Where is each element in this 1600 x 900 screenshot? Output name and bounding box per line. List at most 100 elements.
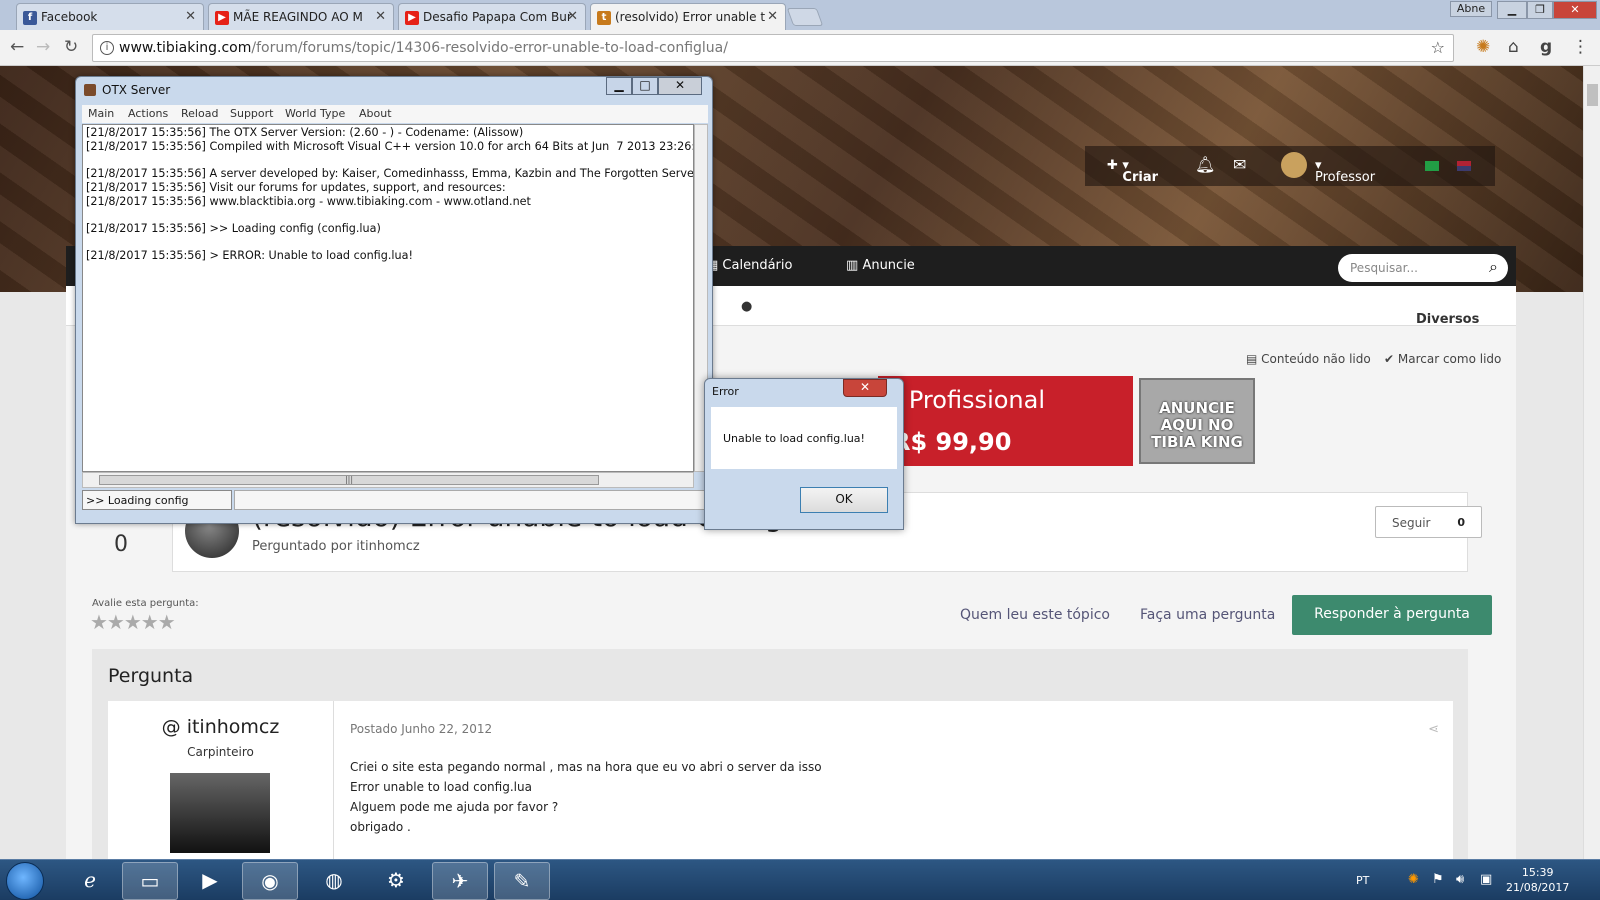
reload-icon[interactable]: ↻ bbox=[64, 37, 78, 57]
nav-label: Calendário bbox=[722, 258, 793, 273]
ad-banner[interactable]: S Profissional R$ 99,90 bbox=[878, 376, 1133, 466]
forward-icon[interactable]: → bbox=[36, 37, 50, 57]
console-output[interactable]: [21/8/2017 15:35:56] The OTX Server Vers… bbox=[82, 124, 694, 472]
advertise-here-banner[interactable]: ANUNCIE AQUI NO TIBIA KING bbox=[1139, 378, 1255, 464]
follow-button[interactable]: Seguir 0 bbox=[1375, 506, 1482, 538]
start-button[interactable] bbox=[6, 862, 44, 900]
user-bar: ✚ Criar ▾ 🔔︎ ✉ Professor ▾ bbox=[1085, 146, 1495, 186]
info-icon[interactable]: i bbox=[100, 41, 114, 55]
close-icon[interactable]: ✕ bbox=[185, 9, 196, 24]
close-window-button[interactable]: ✕ bbox=[1553, 1, 1597, 19]
usa-flag-icon[interactable] bbox=[1457, 161, 1471, 171]
window-title: OTX Server bbox=[102, 83, 171, 97]
status-bar: >> Loading config bbox=[82, 490, 232, 510]
mail-icon[interactable]: ✉ bbox=[1233, 155, 1246, 174]
tray-app-icon[interactable]: ✺ bbox=[1408, 872, 1419, 887]
menu-support[interactable]: Support bbox=[230, 107, 273, 120]
clock-date: 21/08/2017 bbox=[1506, 881, 1570, 894]
scrollbar-thumb[interactable] bbox=[1587, 84, 1598, 106]
brazil-flag-icon[interactable] bbox=[1425, 161, 1439, 171]
bell-icon[interactable]: 🔔︎ bbox=[1195, 155, 1215, 174]
language-indicator[interactable]: PT bbox=[1356, 874, 1369, 887]
avatar[interactable] bbox=[1281, 152, 1307, 178]
search-placeholder: Pesquisar... bbox=[1350, 261, 1418, 275]
close-icon[interactable]: ✕ bbox=[375, 9, 386, 24]
otx-server-icon[interactable]: ✈ bbox=[432, 862, 488, 900]
tab-tibiaking[interactable]: t (resolvido) Error unable t ✕ bbox=[590, 3, 786, 31]
close-button[interactable]: ✕ bbox=[658, 77, 702, 95]
author-panel: @ itinhomcz Carpinteiro bbox=[108, 701, 333, 859]
mark-read-link[interactable]: ✔ Marcar como lido bbox=[1384, 352, 1501, 366]
asked-by: Perguntado por itinhomcz bbox=[252, 539, 420, 554]
close-icon[interactable]: ✕ bbox=[767, 9, 778, 24]
close-icon[interactable]: ✕ bbox=[567, 9, 578, 24]
share-icon[interactable]: ⋖ bbox=[1428, 722, 1439, 737]
browser-toolbar: ← → ↻ i www.tibiaking.com/forum/forums/t… bbox=[0, 30, 1600, 66]
close-button[interactable]: ✕ bbox=[843, 379, 887, 397]
nav-anuncie[interactable]: ▥ Anuncie bbox=[846, 258, 915, 273]
maximize-button[interactable]: □ bbox=[632, 77, 658, 95]
address-bar[interactable]: i www.tibiaking.com/forum/forums/topic/1… bbox=[92, 34, 1454, 62]
reply-button[interactable]: Responder à pergunta bbox=[1292, 595, 1492, 635]
menu-about[interactable]: About bbox=[359, 107, 392, 120]
clock[interactable]: 15:39 21/08/2017 bbox=[1506, 865, 1569, 895]
who-read-link[interactable]: Quem leu este tópico bbox=[960, 607, 1110, 623]
tab-facebook[interactable]: f Facebook ✕ bbox=[16, 3, 204, 30]
network-icon[interactable]: ▣ bbox=[1480, 872, 1492, 887]
menu-main[interactable]: Main bbox=[88, 107, 114, 120]
search-icon[interactable]: ⌕ bbox=[1489, 257, 1498, 277]
internet-explorer-icon[interactable]: ℯ bbox=[62, 862, 118, 900]
search-input[interactable]: Pesquisar... ⌕ bbox=[1338, 254, 1508, 282]
rating-stars[interactable]: ★★★★★ bbox=[90, 610, 176, 634]
console-line: [21/8/2017 15:35:56] Compiled with Micro… bbox=[86, 139, 694, 153]
create-button[interactable]: ✚ Criar ▾ bbox=[1107, 158, 1158, 185]
volume-icon[interactable]: 🔊︎ bbox=[1456, 872, 1464, 887]
console-horizontal-scrollbar[interactable]: ||| bbox=[82, 472, 694, 488]
media-player-icon[interactable]: ▶ bbox=[182, 862, 238, 900]
ok-button[interactable]: OK bbox=[800, 487, 888, 513]
post-body: Postado Junho 22, 2012 ⋖ Criei o site es… bbox=[333, 701, 1453, 859]
chart-icon: ▥ bbox=[846, 258, 859, 273]
nav-calendario[interactable]: ▦ Calendário bbox=[706, 258, 792, 273]
firefox-icon[interactable]: ◍ bbox=[306, 862, 362, 900]
menu-world-type[interactable]: World Type bbox=[285, 107, 345, 120]
author-name[interactable]: @ itinhomcz bbox=[108, 716, 333, 738]
profile-badge[interactable]: Abne bbox=[1450, 1, 1492, 17]
mark-read-label: Marcar como lido bbox=[1397, 352, 1502, 366]
action-center-flag-icon[interactable]: ⚑ bbox=[1432, 872, 1444, 887]
bookmark-star-icon[interactable]: ☆ bbox=[1431, 38, 1445, 57]
maximize-button[interactable]: ❐ bbox=[1527, 1, 1553, 19]
ask-question-link[interactable]: Faça uma pergunta bbox=[1140, 607, 1275, 623]
rate-label: Avalie esta pergunta: bbox=[92, 598, 199, 609]
new-tab-button[interactable] bbox=[786, 8, 824, 26]
console-line: [21/8/2017 15:35:56] > ERROR: Unable to … bbox=[86, 249, 413, 263]
home-icon[interactable]: ⌂ bbox=[1508, 37, 1519, 57]
console-line: [21/8/2017 15:35:56] The OTX Server Vers… bbox=[86, 126, 524, 139]
minimize-button[interactable]: ▁ bbox=[606, 77, 632, 95]
tab-youtube-2[interactable]: ▶ Desafio Papapa Com Bur ✕ bbox=[398, 3, 586, 30]
page-scrollbar[interactable] bbox=[1583, 66, 1600, 859]
otx-server-window: OTX Server ▁ □ ✕ Main Actions Reload Sup… bbox=[75, 76, 713, 524]
chrome-icon[interactable]: ◉ bbox=[242, 862, 298, 900]
minimize-button[interactable]: ▁ bbox=[1497, 1, 1527, 19]
menu-icon[interactable]: ⋮ bbox=[1572, 37, 1589, 57]
paint-icon[interactable]: ✎ bbox=[494, 862, 550, 900]
facebook-icon: f bbox=[23, 11, 37, 25]
settings-gear-icon[interactable]: ⚙ bbox=[368, 862, 424, 900]
file-explorer-icon[interactable]: ▭ bbox=[122, 862, 178, 900]
tab-youtube-1[interactable]: ▶ MÃE REAGINDO AO M ✕ bbox=[208, 3, 394, 30]
author-photo[interactable] bbox=[170, 773, 270, 853]
cookie-extension-icon[interactable]: ✺ bbox=[1476, 37, 1490, 57]
console-line: [21/8/2017 15:35:56] >> Loading config (… bbox=[86, 221, 381, 235]
vote-count: 0 bbox=[114, 532, 128, 557]
menu-reload[interactable]: Reload bbox=[181, 107, 218, 120]
google-extension-icon[interactable]: g bbox=[1540, 37, 1552, 57]
scrollbar-thumb[interactable]: ||| bbox=[99, 475, 599, 485]
back-icon[interactable]: ← bbox=[10, 37, 24, 57]
subnav-diversos[interactable]: ● Diversos bbox=[741, 299, 1479, 327]
user-menu[interactable]: Professor ▾ bbox=[1315, 158, 1375, 185]
unread-content-link[interactable]: ▤ Conteúdo não lido bbox=[1246, 352, 1371, 366]
subnav-label: Diversos bbox=[1416, 312, 1480, 327]
menu-actions[interactable]: Actions bbox=[128, 107, 168, 120]
question-section: Pergunta @ itinhomcz Carpinteiro Postado… bbox=[92, 649, 1468, 859]
